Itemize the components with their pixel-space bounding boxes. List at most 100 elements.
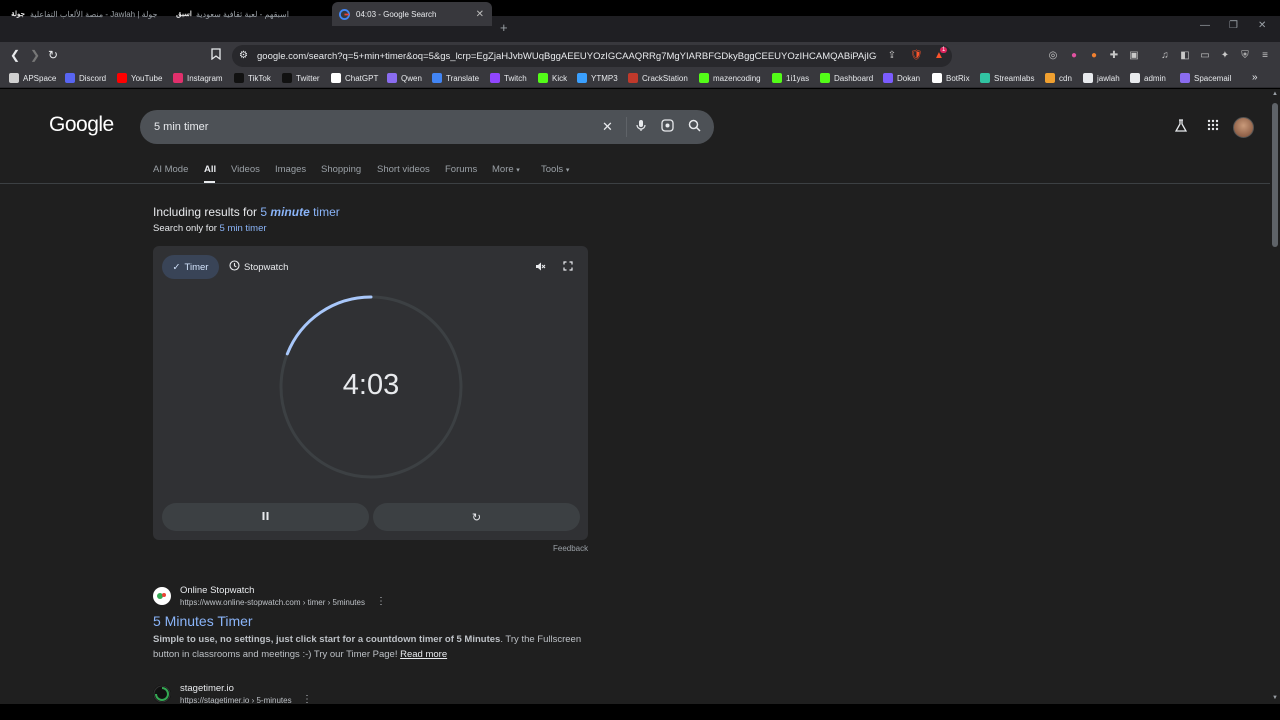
chevron-down-icon: ▾ [565, 167, 570, 174]
restore-icon[interactable]: ❐ [1229, 20, 1238, 31]
bookmark-item[interactable]: ChatGPT [331, 73, 378, 83]
search-icon[interactable] [688, 119, 701, 135]
bookmark-item[interactable]: Translate [432, 73, 479, 83]
labs-flask-icon[interactable] [1174, 119, 1188, 135]
tab-more[interactable]: More ▾ [492, 164, 520, 175]
brave-shield-icon[interactable]: 🛡 [910, 50, 923, 62]
bookmark-icon[interactable] [211, 48, 221, 63]
tab-videos[interactable]: Videos [231, 164, 260, 175]
corrected-query-link[interactable]: 5 minute timer [260, 205, 339, 219]
reload-icon[interactable]: ↻ [48, 48, 58, 62]
share-icon[interactable]: ⇪ [886, 50, 898, 62]
voice-search-icon[interactable] [636, 119, 646, 135]
screenshot-icon[interactable]: ▣ [1128, 50, 1140, 62]
bookmark-item[interactable]: Twitter [282, 73, 320, 83]
bookmark-item[interactable]: admin [1130, 73, 1166, 83]
pause-button[interactable] [162, 503, 369, 531]
feedback-link[interactable]: Feedback [553, 544, 588, 553]
tab-google-search[interactable]: 04:03 - Google Search ✕ [332, 2, 492, 26]
extension-glasses-icon[interactable]: ◎ [1047, 50, 1059, 62]
bookmark-label: Dashboard [834, 73, 874, 83]
bookmark-item[interactable]: TikTok [234, 73, 271, 83]
bookmark-label: Translate [446, 73, 480, 83]
bookmark-item[interactable]: YouTube [117, 73, 162, 83]
scroll-down-icon[interactable]: ▼ [1272, 695, 1278, 701]
bookmark-item[interactable]: 1i1yas [772, 73, 809, 83]
bookmark-favicon-icon [9, 73, 19, 83]
apps-grid-icon[interactable] [1207, 119, 1219, 134]
back-icon[interactable]: ❮ [10, 48, 20, 62]
tab-forums[interactable]: Forums [445, 164, 477, 175]
new-tab-button[interactable]: + [500, 20, 508, 35]
extensions-puzzle-icon[interactable]: ✚ [1108, 50, 1120, 62]
lens-search-icon[interactable] [661, 119, 674, 135]
close-window-icon[interactable]: ✕ [1258, 20, 1266, 31]
wallet-icon[interactable]: ▭ [1199, 50, 1211, 62]
search-input[interactable]: 5 min timer [154, 121, 208, 133]
bookmark-item[interactable]: Instagram [173, 73, 223, 83]
tab-tools[interactable]: Tools ▾ [541, 164, 569, 175]
result-more-icon[interactable]: ⋮ [376, 596, 386, 607]
tab-jawlah[interactable]: جولة | Jawlah - منصة الألعاب التفاعلية ج… [6, 2, 166, 26]
bookmark-item[interactable]: Spacemail [1180, 73, 1231, 83]
extension-u-icon[interactable]: ● [1068, 50, 1080, 62]
clear-search-icon[interactable]: ✕ [602, 119, 613, 135]
mute-icon[interactable] [535, 261, 546, 275]
stopwatch-tab-button[interactable]: Stopwatch [229, 255, 288, 279]
bookmark-item[interactable]: YTMP3 [577, 73, 618, 83]
site-settings-icon[interactable]: ⚙ [239, 50, 248, 61]
bookmark-item[interactable]: Qwen [387, 73, 422, 83]
leo-ai-icon[interactable]: ✦ [1219, 50, 1231, 62]
timer-tab-button[interactable]: ✓ Timer [162, 255, 219, 279]
bookmark-item[interactable]: jawlah [1083, 73, 1120, 83]
bookmark-item[interactable]: Dokan [883, 73, 920, 83]
bookmark-item[interactable]: Discord [65, 73, 106, 83]
tab-ai-mode[interactable]: AI Mode [153, 164, 188, 175]
bookmark-item[interactable]: mazencoding [699, 73, 761, 83]
scrollbar-thumb[interactable] [1272, 103, 1278, 247]
bookmark-favicon-icon [699, 73, 709, 83]
bookmark-item[interactable]: BotRix [932, 73, 970, 83]
corrected-bold: minute [270, 205, 310, 219]
vpn-shield-icon[interactable]: ⛨ [1239, 50, 1251, 62]
reset-button[interactable]: ↻ [373, 503, 580, 531]
bookmark-favicon-icon [234, 73, 244, 83]
tab-short-videos[interactable]: Short videos [377, 164, 430, 175]
search-box[interactable] [140, 110, 714, 144]
tab-close-icon[interactable]: ✕ [476, 9, 484, 20]
tab-isbiqhum[interactable]: اسبقهم - لعبة ثقافية سعودية اسبق [172, 2, 328, 26]
tab-shopping[interactable]: Shopping [321, 164, 361, 175]
result-title-link[interactable]: 5 Minutes Timer [153, 613, 253, 629]
result-site-name[interactable]: stagetimer.io [180, 683, 234, 694]
forward-icon[interactable]: ❯ [30, 48, 40, 62]
result-breadcrumb[interactable]: https://stagetimer.io › 5-minutes [180, 696, 292, 704]
read-more-link[interactable]: Read more [400, 649, 447, 660]
fullscreen-icon[interactable] [563, 261, 573, 274]
url-text[interactable]: google.com/search?q=5+min+timer&oq=5&gs_… [257, 51, 877, 62]
tab-jawlah-label: جولة | Jawlah - منصة الألعاب التفاعلية [30, 9, 158, 19]
bookmarks-overflow-icon[interactable]: » [1252, 72, 1258, 83]
tab-images[interactable]: Images [275, 164, 306, 175]
bookmark-item[interactable]: APSpace [9, 73, 56, 83]
bookmark-item[interactable]: Streamlabs [980, 73, 1034, 83]
media-icon[interactable]: ♫ [1159, 50, 1171, 62]
avatar[interactable] [1233, 117, 1254, 138]
sidebar-icon[interactable]: ◧ [1179, 50, 1191, 62]
result-site-name[interactable]: Online Stopwatch [180, 585, 254, 596]
extension-orange-icon[interactable]: ● [1088, 50, 1100, 62]
bookmark-item[interactable]: CrackStation [628, 73, 688, 83]
result-breadcrumb[interactable]: https://www.online-stopwatch.com › timer… [180, 598, 365, 607]
scroll-up-icon[interactable]: ▲ [1272, 91, 1278, 97]
minimize-icon[interactable]: — [1200, 20, 1210, 31]
bookmark-item[interactable]: Twitch [490, 73, 527, 83]
result-more-icon[interactable]: ⋮ [302, 694, 312, 704]
bookmark-label: cdn [1059, 73, 1072, 83]
menu-icon[interactable]: ≡ [1259, 50, 1271, 62]
bookmark-item[interactable]: Dashboard [820, 73, 873, 83]
bookmark-item[interactable]: Kick [538, 73, 567, 83]
timer-time-display[interactable]: 4:03 [278, 369, 464, 402]
search-only-link[interactable]: 5 min timer [220, 223, 267, 234]
google-logo[interactable]: Google [49, 113, 114, 137]
tab-all[interactable]: All [204, 164, 216, 175]
bookmark-item[interactable]: cdn [1045, 73, 1072, 83]
